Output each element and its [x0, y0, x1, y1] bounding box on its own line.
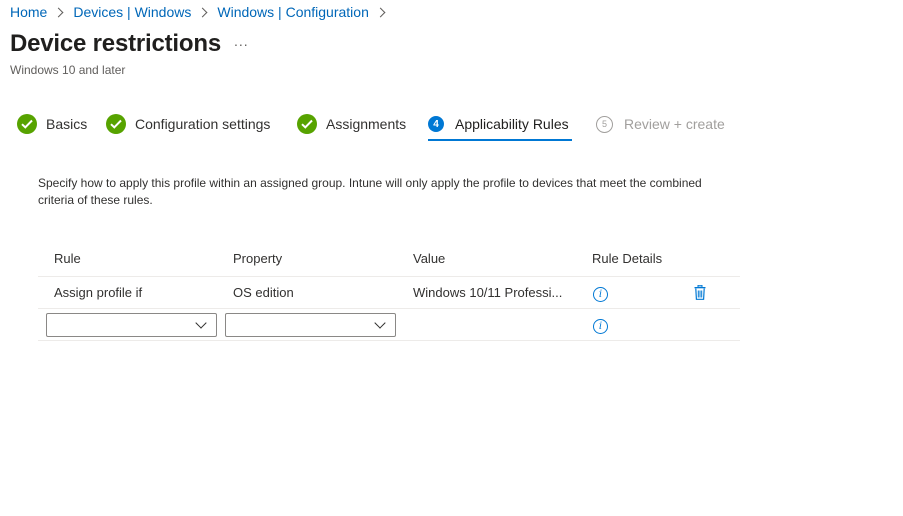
table-divider — [38, 276, 740, 277]
more-options-button[interactable]: ... — [234, 33, 249, 49]
chevron-down-icon — [374, 317, 386, 329]
cell-property: OS edition — [233, 285, 294, 300]
step-configuration-settings[interactable]: Configuration settings — [106, 113, 270, 135]
info-icon[interactable]: i — [593, 287, 608, 302]
step-review-create[interactable]: 5 Review + create — [596, 113, 725, 135]
page-title: Device restrictions — [10, 30, 221, 57]
breadcrumb-home[interactable]: Home — [10, 4, 47, 20]
trash-icon[interactable] — [694, 284, 706, 300]
property-dropdown[interactable] — [225, 313, 396, 337]
step-number-badge: 4 — [428, 116, 444, 132]
step-label: Applicability Rules — [455, 116, 569, 132]
breadcrumb-devices-windows[interactable]: Devices | Windows — [73, 4, 191, 20]
chevron-right-icon — [197, 7, 208, 17]
step-label: Basics — [46, 116, 88, 132]
table-divider — [38, 340, 740, 341]
step-assignments[interactable]: Assignments — [297, 113, 406, 135]
column-header-property: Property — [233, 251, 283, 266]
info-icon[interactable]: i — [593, 319, 608, 334]
active-step-indicator — [428, 139, 572, 141]
cell-rule: Assign profile if — [54, 285, 143, 300]
check-circle-icon — [106, 114, 126, 134]
column-header-value: Value — [413, 251, 446, 266]
step-label: Review + create — [624, 116, 725, 132]
check-circle-icon — [297, 114, 317, 134]
step-label: Configuration settings — [135, 116, 271, 132]
check-circle-icon — [17, 114, 37, 134]
column-header-rule: Rule — [54, 251, 81, 266]
rule-dropdown[interactable] — [46, 313, 217, 337]
breadcrumb: Home Devices | Windows Windows | Configu… — [10, 3, 395, 21]
chevron-down-icon — [195, 317, 207, 329]
page-subtitle: Windows 10 and later — [10, 63, 126, 77]
breadcrumb-windows-configuration[interactable]: Windows | Configuration — [217, 4, 368, 20]
step-applicability-rules[interactable]: 4 Applicability Rules — [428, 113, 569, 135]
table-divider — [38, 308, 740, 309]
column-header-rule-details: Rule Details — [592, 251, 663, 266]
step-label: Assignments — [326, 116, 407, 132]
description-text: Specify how to apply this profile within… — [38, 176, 702, 207]
chevron-right-icon — [53, 7, 64, 17]
chevron-right-icon — [375, 7, 386, 17]
cell-value: Windows 10/11 Professi... — [413, 285, 563, 300]
step-basics[interactable]: Basics — [17, 113, 87, 135]
step-number-badge: 5 — [596, 115, 613, 133]
